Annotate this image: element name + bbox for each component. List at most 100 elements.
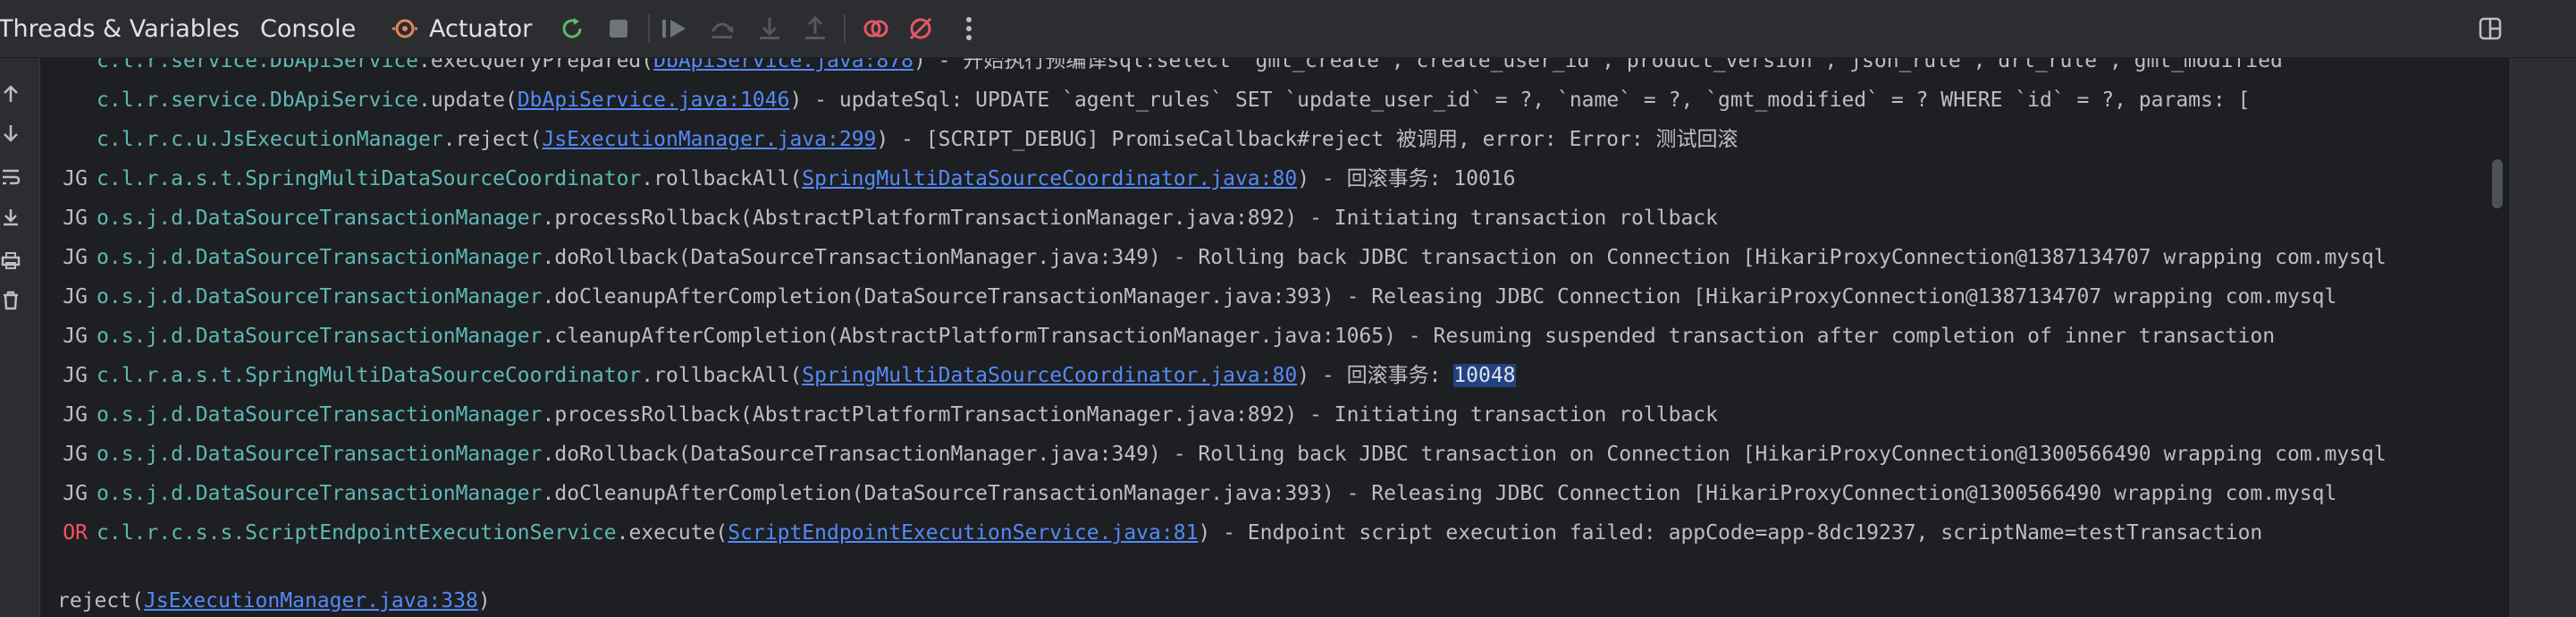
right-tool-strip: [2510, 58, 2576, 617]
logger-name: o.s.j.d.DataSourceTransactionManager: [97, 403, 543, 427]
log-suffix: ) - updateSql: UPDATE `agent_rules` SET …: [789, 89, 2251, 112]
log-level: JG: [63, 167, 88, 190]
log-line: JG o.s.j.d.DataSourceTransactionManager.d…: [39, 238, 2488, 277]
logger-name: o.s.j.d.DataSourceTransactionManager: [97, 246, 543, 269]
log-level: JG: [63, 403, 88, 427]
log-message: o.s.j.d.DataSourceTransactionManager.doR…: [97, 435, 2387, 474]
resume-icon[interactable]: [659, 13, 691, 45]
log-method: .execQueryPrepared(: [418, 58, 654, 72]
tab-console[interactable]: Console: [260, 0, 356, 57]
log-message: c.l.r.service.DbApiService.update(DbApiS…: [97, 80, 2250, 120]
source-link[interactable]: SpringMultiDataSourceCoordinator.java:80: [802, 364, 1297, 387]
logger-name: c.l.r.c.s.s.ScriptEndpointExecutionServi…: [97, 521, 617, 545]
log-line: c.l.r.service.DbApiService.update(DbApiS…: [39, 80, 2488, 120]
stack-trace-line: reject(JsExecutionManager.java:338): [57, 581, 491, 617]
source-link[interactable]: ScriptEndpointExecutionService.java:81: [728, 521, 1198, 545]
toolbar-divider: [648, 14, 650, 43]
view-breakpoints-icon[interactable]: [860, 13, 892, 45]
step-out-icon[interactable]: [799, 13, 831, 45]
log-line: JG o.s.j.d.DataSourceTransactionManager.d…: [39, 435, 2488, 474]
logger-name: o.s.j.d.DataSourceTransactionManager: [97, 325, 543, 348]
log-suffix: ) - 开始执行预编译sql:select `gmt_create`,`crea…: [913, 58, 2295, 72]
source-link[interactable]: DbApiService.java:1046: [518, 89, 790, 112]
log-suffix: ) - [SCRIPT_DEBUG] PromiseCallback#rejec…: [876, 128, 1738, 151]
tab-actuator[interactable]: Actuator: [390, 0, 532, 57]
stop-icon[interactable]: [602, 13, 635, 45]
logger-name: o.s.j.d.DataSourceTransactionManager: [97, 207, 543, 230]
logger-name: c.l.r.a.s.t.SpringMultiDataSourceCoordin…: [97, 167, 642, 190]
log-message: o.s.j.d.DataSourceTransactionManager.doR…: [97, 238, 2387, 277]
mute-breakpoints-icon[interactable]: [905, 13, 937, 45]
log-line: JG o.s.j.d.DataSourceTransactionManager.d…: [39, 474, 2488, 513]
log-message: c.l.r.service.DbApiService.execQueryPrep…: [97, 58, 2295, 80]
trace-suffix: ): [477, 589, 491, 613]
log-message: o.s.j.d.DataSourceTransactionManager.doC…: [97, 277, 2336, 317]
tab-threads-label: Threads & Variables: [0, 14, 240, 43]
rerun-icon[interactable]: [556, 13, 588, 45]
actuator-icon: [390, 13, 420, 44]
toolbar-divider: [844, 14, 846, 43]
log-message: o.s.j.d.DataSourceTransactionManager.cle…: [97, 317, 2275, 356]
log-line: JG o.s.j.d.DataSourceTransactionManager.p…: [39, 395, 2488, 435]
selected-text[interactable]: 10048: [1453, 364, 1516, 387]
scrollbar-thumb[interactable]: [2492, 159, 2503, 208]
soft-wrap-icon[interactable]: [0, 166, 21, 188]
console-side-toolbar: [0, 58, 40, 617]
log-method: .doCleanupAfterCompletion(DataSourceTran…: [542, 285, 2337, 308]
log-method: .update(: [418, 89, 518, 112]
log-method: .doCleanupAfterCompletion(DataSourceTran…: [542, 482, 2337, 505]
log-level: JG: [63, 482, 88, 505]
console-output[interactable]: c.l.r.service.DbApiService.execQueryPrep…: [39, 58, 2511, 617]
log-line: JG c.l.r.a.s.t.SpringMultiDataSourceCoord…: [39, 356, 2488, 395]
log-level: OR: [63, 521, 88, 545]
log-line: c.l.r.c.u.JsExecutionManager.reject(JsEx…: [39, 120, 2488, 159]
tab-console-label: Console: [260, 14, 357, 43]
logger-name: o.s.j.d.DataSourceTransactionManager: [97, 482, 543, 505]
logger-name: o.s.j.d.DataSourceTransactionManager: [97, 285, 543, 308]
log-line: c.l.r.service.DbApiService.execQueryPrep…: [39, 58, 2488, 80]
log-message: c.l.r.a.s.t.SpringMultiDataSourceCoordin…: [97, 159, 1516, 199]
log-level: JG: [63, 325, 88, 348]
log-message: o.s.j.d.DataSourceTransactionManager.pro…: [97, 199, 1718, 238]
log-suffix: ) - 回滚事务: 10016: [1297, 167, 1516, 190]
log-line: JG o.s.j.d.DataSourceTransactionManager.c…: [39, 317, 2488, 356]
trace-method: reject(: [57, 589, 144, 613]
log-method: .execute(: [616, 521, 728, 545]
log-line: JG o.s.j.d.DataSourceTransactionManager.p…: [39, 199, 2488, 238]
log-message: c.l.r.c.s.s.ScriptEndpointExecutionServi…: [97, 513, 2262, 553]
down-arrow-icon[interactable]: [0, 123, 21, 144]
step-into-icon[interactable]: [753, 13, 786, 45]
log-method: .rollbackAll(: [641, 364, 803, 387]
log-line: JG o.s.j.d.DataSourceTransactionManager.d…: [39, 277, 2488, 317]
log-suffix: ) - Endpoint script execution failed: ap…: [1198, 521, 2263, 545]
log-method: .processRollback(AbstractPlatformTransac…: [542, 403, 1718, 427]
source-link[interactable]: SpringMultiDataSourceCoordinator.java:80: [802, 167, 1297, 190]
log-message: c.l.r.c.u.JsExecutionManager.reject(JsEx…: [97, 120, 1738, 159]
layout-settings-icon[interactable]: [2474, 13, 2506, 45]
log-message: o.s.j.d.DataSourceTransactionManager.pro…: [97, 395, 1718, 435]
logger-name: o.s.j.d.DataSourceTransactionManager: [97, 443, 543, 466]
log-level: JG: [63, 246, 88, 269]
log-level: JG: [63, 207, 88, 230]
logger-name: c.l.r.service.DbApiService: [97, 58, 419, 72]
trash-icon[interactable]: [0, 290, 21, 311]
source-link[interactable]: JsExecutionManager.java:299: [543, 128, 877, 151]
log-line: OR c.l.r.c.s.s.ScriptEndpointExecutionSer…: [39, 513, 2488, 553]
trace-source-link[interactable]: JsExecutionManager.java:338: [144, 589, 478, 613]
logger-name: c.l.r.service.DbApiService: [97, 89, 419, 112]
print-icon[interactable]: [0, 249, 21, 271]
log-method: .reject(: [442, 128, 543, 151]
more-options-icon[interactable]: [953, 13, 985, 45]
log-method: .doRollback(DataSourceTransactionManager…: [542, 443, 2387, 466]
source-link[interactable]: DbApiService.java:878: [653, 58, 913, 72]
step-over-icon[interactable]: [706, 13, 738, 45]
up-arrow-icon[interactable]: [0, 83, 21, 105]
scroll-to-end-icon[interactable]: [0, 207, 21, 228]
log-line: JG c.l.r.a.s.t.SpringMultiDataSourceCoord…: [39, 159, 2488, 199]
tab-threads-variables[interactable]: Threads & Variables: [0, 0, 240, 57]
vertical-scrollbar[interactable]: [2488, 58, 2510, 617]
log-message: c.l.r.a.s.t.SpringMultiDataSourceCoordin…: [97, 356, 1516, 395]
log-method: .doRollback(DataSourceTransactionManager…: [542, 246, 2387, 269]
logger-name: c.l.r.a.s.t.SpringMultiDataSourceCoordin…: [97, 364, 642, 387]
log-level: JG: [63, 443, 88, 466]
